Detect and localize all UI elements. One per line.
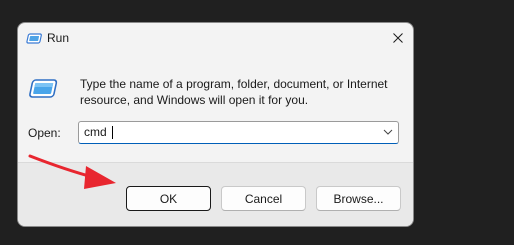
run-dialog: Run Type the name of a program, folder, …	[17, 22, 414, 227]
run-program-icon	[28, 75, 58, 103]
window-title: Run	[47, 31, 70, 45]
open-combobox[interactable]	[78, 121, 399, 144]
open-label: Open:	[28, 126, 61, 140]
close-icon	[393, 33, 403, 43]
run-app-icon	[26, 32, 42, 46]
description-text: Type the name of a program, folder, docu…	[80, 77, 388, 107]
command-input[interactable]	[79, 122, 374, 142]
ok-button[interactable]: OK	[126, 186, 211, 211]
dialog-body: Type the name of a program, folder, docu…	[18, 55, 413, 162]
title-bar[interactable]: Run	[18, 23, 413, 55]
cancel-button[interactable]: Cancel	[221, 186, 306, 211]
close-button[interactable]	[383, 23, 413, 53]
dropdown-button[interactable]	[380, 124, 396, 140]
chevron-down-icon	[383, 129, 393, 135]
pointer-arrow-annotation	[28, 154, 116, 189]
browse-button[interactable]: Browse...	[316, 186, 401, 211]
screen: Run Type the name of a program, folder, …	[0, 0, 514, 245]
text-cursor	[112, 126, 113, 139]
